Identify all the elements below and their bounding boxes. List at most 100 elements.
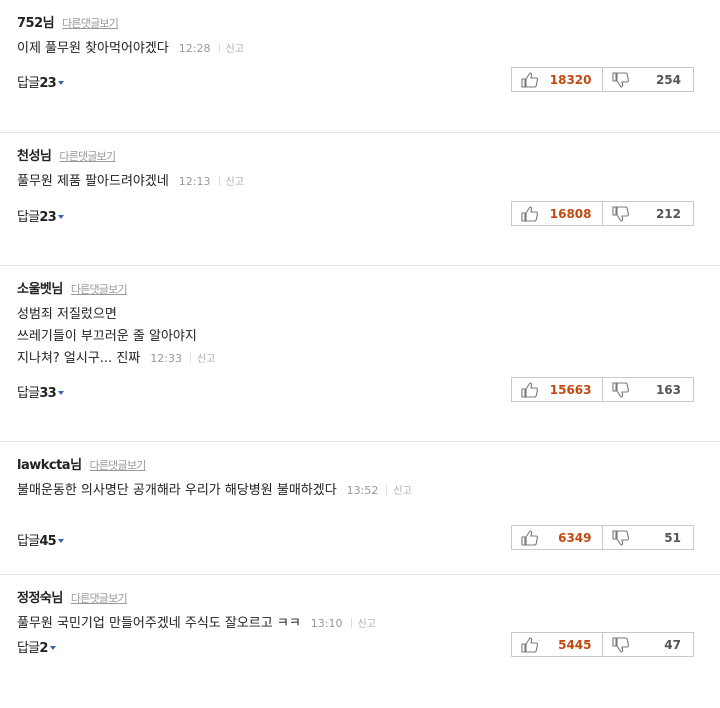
reply-count: 2 (39, 641, 48, 656)
comment-text-line: 지나쳐? 얼시구... 진짜 12:33 신고 (17, 348, 215, 371)
like-button[interactable]: 16808 (512, 202, 603, 225)
comment-item: 752님 다른댓글보기 이제 풀무원 찾아먹어야겠다 12:28 신고 답글23 1… (0, 0, 720, 133)
report-link[interactable]: 신고 (226, 177, 244, 188)
report-link[interactable]: 신고 (358, 619, 376, 630)
comment-item: lawkcta님 다른댓글보기 불매운동한 의사명단 공개해라 우리가 해당병원… (0, 442, 720, 575)
thumbs-up-icon (521, 636, 538, 653)
comment-item: 소울벳님 다른댓글보기 성범죄 저질렀으면 쓰레기들이 부끄러운 줄 알아야지 … (0, 266, 720, 442)
dislike-count: 47 (664, 637, 681, 652)
comment-text-line: 쓰레기들이 부끄러운 줄 알아야지 (17, 326, 215, 348)
like-button[interactable]: 6349 (512, 526, 603, 549)
reply-count: 45 (39, 534, 56, 549)
reply-count: 23 (39, 76, 56, 91)
report-link[interactable]: 신고 (226, 44, 244, 55)
view-other-comments-link[interactable]: 다른댓글보기 (71, 590, 128, 606)
comment-header: 천성님 다른댓글보기 (17, 145, 116, 164)
comment-body: 성범죄 저질렀으면 쓰레기들이 부끄러운 줄 알아야지 지나쳐? 얼시구... … (17, 304, 215, 371)
dislike-button[interactable]: 51 (603, 526, 694, 549)
reply-label: 답글 (17, 386, 40, 401)
thumbs-down-icon (611, 381, 629, 398)
report-link[interactable]: 신고 (393, 486, 411, 497)
separator (218, 176, 220, 186)
comment-text: 불매운동한 의사명단 공개해라 우리가 해당병원 불매하겠다 (17, 483, 337, 498)
like-count: 5445 (558, 637, 592, 652)
comment-time: 13:10 (310, 617, 343, 630)
comment-header: 정정숙님 다른댓글보기 (17, 587, 128, 606)
comment-item: 정정숙님 다른댓글보기 풀무원 국민기업 만들어주겠네 주식도 잘오르고 ㅋㅋ 1… (0, 575, 720, 708)
dislike-count: 254 (655, 72, 681, 87)
comment-text-line: 성범죄 저질렀으면 (17, 304, 215, 326)
reply-label: 답글 (17, 76, 40, 91)
comment-text-line: 풀무원 제품 팔아드려야겠네 12:13 신고 (17, 171, 244, 194)
separator (218, 43, 220, 53)
comment-text: 이제 풀무원 찾아먹어야겠다 (17, 41, 169, 56)
dislike-button[interactable]: 212 (603, 202, 694, 225)
comment-body: 풀무원 국민기업 만들어주겠네 주식도 잘오르고 ㅋㅋ 13:10 신고 (17, 613, 376, 636)
chevron-down-icon (57, 391, 64, 395)
thumbs-down-icon (611, 529, 629, 546)
comment-time: 12:28 (178, 42, 211, 55)
comment-author[interactable]: 752님 (17, 12, 55, 31)
reply-label: 답글 (17, 641, 40, 656)
like-button[interactable]: 18320 (512, 68, 603, 91)
comment-text: 성범죄 저질렀으면 (17, 307, 117, 322)
comment-text: 지나쳐? 얼시구... 진짜 (17, 351, 141, 366)
comment-author[interactable]: 소울벳님 (17, 278, 63, 297)
like-count: 6349 (558, 530, 592, 545)
comment-time: 12:13 (178, 175, 211, 188)
vote-box: 5445 47 (511, 632, 694, 657)
comment-text: 쓰레기들이 부끄러운 줄 알아야지 (17, 329, 197, 344)
like-button[interactable]: 5445 (512, 633, 603, 656)
separator (350, 618, 352, 628)
chevron-down-icon (57, 81, 64, 85)
comment-text-line: 풀무원 국민기업 만들어주겠네 주식도 잘오르고 ㅋㅋ 13:10 신고 (17, 613, 376, 636)
thumbs-up-icon (521, 529, 538, 546)
dislike-button[interactable]: 163 (603, 378, 694, 401)
reply-toggle[interactable]: 답글33 (17, 382, 64, 401)
chevron-down-icon (57, 215, 64, 219)
comment-body: 풀무원 제품 팔아드려야겠네 12:13 신고 (17, 171, 244, 194)
dislike-button[interactable]: 47 (603, 633, 694, 656)
comment-item: 천성님 다른댓글보기 풀무원 제품 팔아드려야겠네 12:13 신고 답글23 16… (0, 133, 720, 266)
comment-author[interactable]: lawkcta님 (17, 454, 82, 473)
thumbs-up-icon (521, 71, 538, 88)
vote-box: 18320 254 (511, 67, 694, 92)
reply-toggle[interactable]: 답글2 (17, 637, 56, 656)
like-button[interactable]: 15663 (512, 378, 603, 401)
vote-box: 15663 163 (511, 377, 694, 402)
view-other-comments-link[interactable]: 다른댓글보기 (59, 148, 116, 164)
reply-count: 23 (39, 210, 56, 225)
reply-toggle[interactable]: 답글45 (17, 530, 64, 549)
thumbs-down-icon (611, 205, 629, 222)
reply-count: 33 (39, 386, 56, 401)
chevron-down-icon (57, 539, 64, 543)
vote-box: 6349 51 (511, 525, 694, 550)
comment-time: 13:52 (346, 484, 379, 497)
dislike-count: 51 (664, 530, 681, 545)
separator (386, 485, 388, 495)
view-other-comments-link[interactable]: 다른댓글보기 (62, 15, 119, 31)
dislike-count: 212 (655, 206, 681, 221)
comment-header: 752님 다른댓글보기 (17, 12, 119, 31)
reply-toggle[interactable]: 답글23 (17, 72, 64, 91)
dislike-button[interactable]: 254 (603, 68, 694, 91)
comment-author[interactable]: 천성님 (17, 145, 52, 164)
comment-time: 12:33 (150, 352, 182, 365)
view-other-comments-link[interactable]: 다른댓글보기 (90, 457, 147, 473)
comment-body: 불매운동한 의사명단 공개해라 우리가 해당병원 불매하겠다 13:52 신고 (17, 480, 412, 503)
view-other-comments-link[interactable]: 다른댓글보기 (71, 281, 128, 297)
reply-label: 답글 (17, 534, 40, 549)
comment-text: 풀무원 제품 팔아드려야겠네 (17, 174, 169, 189)
reply-toggle[interactable]: 답글23 (17, 206, 64, 225)
reply-label: 답글 (17, 210, 40, 225)
vote-box: 16808 212 (511, 201, 694, 226)
chevron-down-icon (49, 646, 56, 650)
thumbs-up-icon (521, 381, 538, 398)
thumbs-down-icon (611, 636, 629, 653)
comment-text-line: 이제 풀무원 찾아먹어야겠다 12:28 신고 (17, 38, 244, 61)
comment-author[interactable]: 정정숙님 (17, 587, 63, 606)
report-link[interactable]: 신고 (197, 354, 215, 365)
thumbs-down-icon (611, 71, 629, 88)
like-count: 16808 (549, 206, 592, 221)
comment-text: 풀무원 국민기업 만들어주겠네 주식도 잘오르고 ㅋㅋ (17, 616, 301, 631)
